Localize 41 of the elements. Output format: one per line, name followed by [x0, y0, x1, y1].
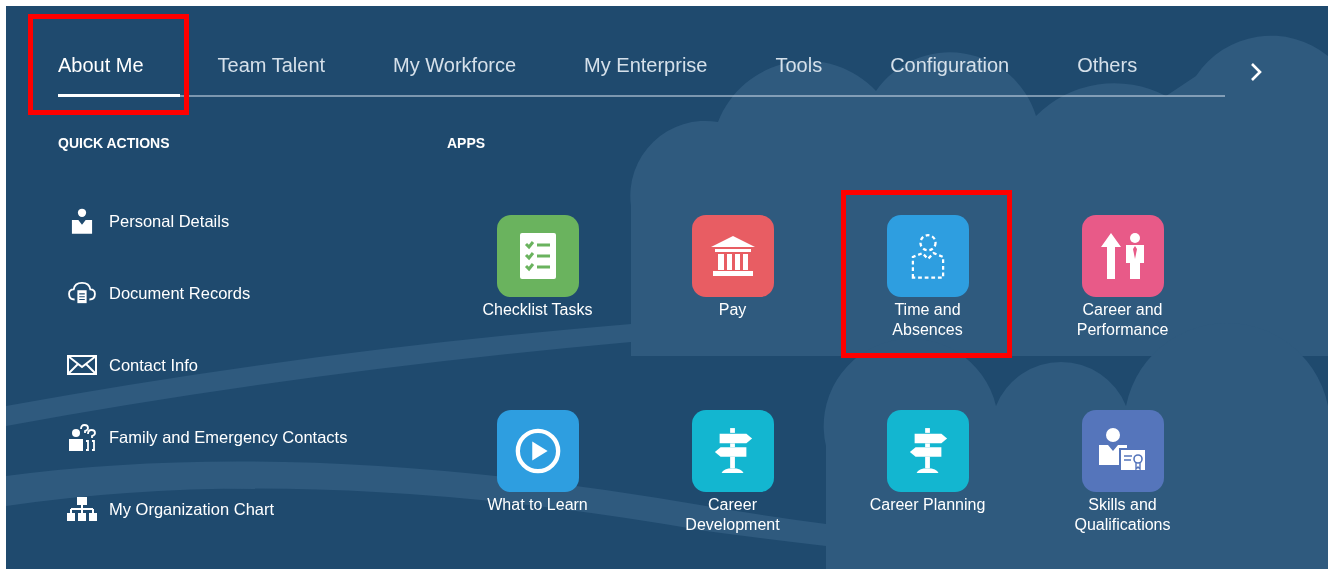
play-icon	[513, 427, 562, 475]
quick-action-link[interactable]: Contact Info	[109, 355, 198, 375]
people-question-icon	[67, 423, 96, 451]
app-tile[interactable]	[496, 410, 579, 492]
arrow-up-person-icon	[1099, 231, 1146, 281]
envelope-icon	[66, 355, 97, 375]
org-chart-icon	[66, 496, 97, 522]
checklist-icon	[517, 231, 558, 281]
app-tile[interactable]	[691, 410, 774, 492]
app-label: What to Learn	[486, 495, 589, 515]
tab[interactable]: Configuration	[890, 46, 1040, 97]
app-label: Time and Absences	[891, 300, 964, 340]
tab[interactable]: Team Talent	[217, 46, 356, 97]
app-tile[interactable]	[496, 215, 579, 297]
app-label: Pay	[717, 300, 748, 320]
quick-action-link[interactable]: Family and Emergency Contacts	[109, 427, 348, 447]
quick-action-link[interactable]: Personal Details	[109, 211, 230, 231]
quick-action-link[interactable]: Document Records	[109, 283, 251, 303]
app-tile[interactable]	[691, 215, 774, 297]
tab[interactable]: About Me	[58, 46, 180, 97]
tab[interactable]: My Workforce	[393, 46, 547, 97]
app-label: Career Planning	[868, 495, 987, 515]
section-heading: QUICK ACTIONS	[58, 135, 171, 151]
tab[interactable]: Others	[1077, 46, 1168, 97]
app-label: Career Development	[684, 495, 781, 535]
app-tile[interactable]	[886, 215, 969, 297]
person-icon	[70, 207, 93, 235]
app-label: Checklist Tasks	[481, 300, 594, 320]
tab[interactable]: My Enterprise	[584, 46, 738, 97]
quick-action-link[interactable]: My Organization Chart	[109, 499, 275, 519]
app-label: Career and Performance	[1075, 300, 1170, 340]
dashed-person-icon	[910, 232, 945, 280]
cloud-document-icon	[66, 281, 97, 305]
app-tile[interactable]	[886, 410, 969, 492]
chevron-right-icon[interactable]	[1249, 61, 1263, 82]
app-tile[interactable]	[1081, 410, 1164, 492]
app-tile[interactable]	[1081, 215, 1164, 297]
section-heading: APPS	[447, 135, 487, 151]
tab[interactable]: Tools	[775, 46, 853, 97]
bank-icon	[709, 235, 756, 277]
app-label: Skills and Qualifications	[1073, 495, 1172, 535]
